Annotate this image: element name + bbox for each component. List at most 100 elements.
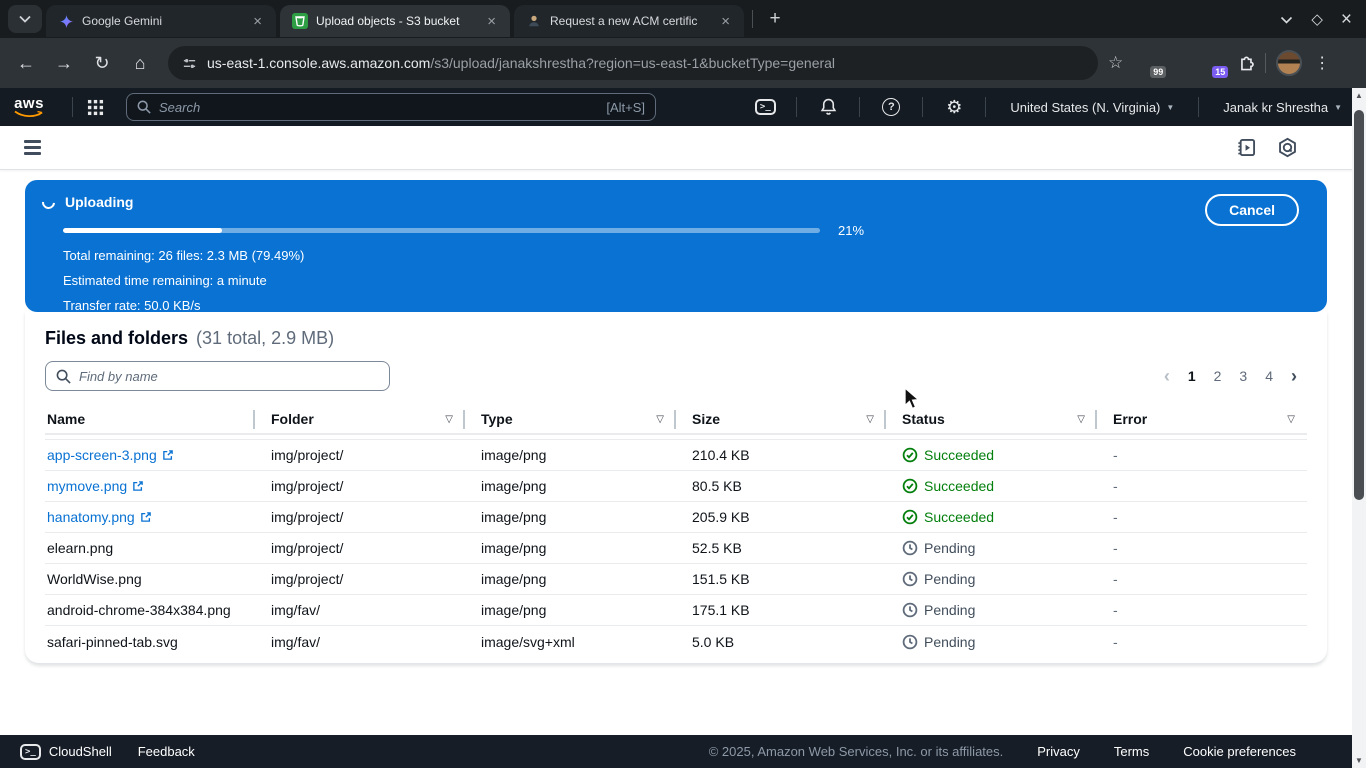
- forward-button[interactable]: →: [48, 47, 80, 79]
- browser-menu-icon[interactable]: ⋮: [1308, 53, 1336, 73]
- home-button[interactable]: ⌂: [124, 47, 156, 79]
- file-link[interactable]: app-screen-3.png: [47, 447, 174, 463]
- filter-icon[interactable]: ▽: [1077, 414, 1085, 425]
- files-table: Name Folder▽ Type▽ Size▽ Status▽ Error▽ …: [45, 405, 1307, 657]
- error-cell: -: [1097, 509, 1307, 525]
- settings-gear-icon[interactable]: ⚙: [937, 98, 971, 116]
- progress-bar-fill: [63, 228, 222, 233]
- tab-close-icon[interactable]: ×: [717, 12, 734, 31]
- file-link[interactable]: mymove.png: [47, 478, 144, 494]
- site-info-icon[interactable]: [182, 56, 197, 71]
- scroll-up-icon[interactable]: ▲: [1352, 91, 1366, 100]
- cloudshell-icon[interactable]: >_: [748, 99, 782, 115]
- file-name: WorldWise.png: [45, 571, 255, 587]
- extension-badge: 15: [1212, 66, 1228, 78]
- status-cell: Succeeded: [886, 447, 1097, 463]
- extension-adblock-icon[interactable]: 99: [1143, 54, 1162, 73]
- tab-search-button[interactable]: [8, 5, 42, 33]
- footer-feedback-link[interactable]: Feedback: [138, 744, 195, 759]
- files-count: (31 total, 2.9 MB): [196, 328, 334, 349]
- tab-acm-certificate[interactable]: Request a new ACM certific ×: [514, 5, 744, 37]
- cloudshell-panel-icon[interactable]: [1236, 137, 1257, 158]
- notifications-bell-icon[interactable]: [811, 98, 845, 116]
- back-button[interactable]: ←: [10, 47, 42, 79]
- table-row: hanatomy.png img/project/ image/png 205.…: [45, 502, 1307, 533]
- page-3[interactable]: 3: [1239, 368, 1247, 384]
- next-page-icon[interactable]: ›: [1291, 367, 1297, 385]
- tab-s3-upload[interactable]: Upload objects - S3 bucket ×: [280, 5, 510, 37]
- chevron-down-icon: ▼: [1334, 103, 1342, 112]
- column-header-error[interactable]: Error▽: [1097, 405, 1307, 433]
- page-scrollbar[interactable]: ▲ ▼: [1352, 88, 1366, 768]
- help-icon[interactable]: ?: [874, 98, 908, 116]
- footer-copyright: © 2025, Amazon Web Services, Inc. or its…: [709, 744, 1004, 759]
- scrollbar-thumb[interactable]: [1354, 110, 1364, 500]
- status-cell: Succeeded: [886, 478, 1097, 494]
- aws-search-box[interactable]: [Alt+S]: [126, 93, 656, 121]
- find-by-name-input[interactable]: [79, 369, 379, 384]
- table-row: app-screen-3.png img/project/ image/png …: [45, 440, 1307, 471]
- s3-favicon: [292, 13, 308, 29]
- footer-cloudshell-button[interactable]: >_ CloudShell: [20, 744, 112, 760]
- progress-bar: [63, 228, 820, 233]
- minimize-icon[interactable]: [1280, 12, 1293, 27]
- bookmark-star-icon[interactable]: ☆: [1108, 53, 1123, 73]
- column-header-name[interactable]: Name: [45, 405, 255, 433]
- extension-purple-icon[interactable]: 15: [1205, 54, 1224, 73]
- toolbar-divider: [1265, 53, 1266, 73]
- profile-avatar[interactable]: [1276, 50, 1302, 76]
- folder-cell: img/project/: [255, 478, 465, 494]
- account-menu[interactable]: Janak kr Shrestha▼: [1213, 100, 1352, 115]
- find-by-name-box[interactable]: [45, 361, 390, 391]
- page-1[interactable]: 1: [1188, 368, 1196, 384]
- extension-printer-icon[interactable]: [1174, 54, 1193, 73]
- footer-privacy-link[interactable]: Privacy: [1037, 744, 1080, 759]
- aws-smile-icon: [14, 110, 44, 118]
- type-cell: image/png: [465, 571, 676, 587]
- extension-badge: 99: [1150, 66, 1166, 78]
- page-2[interactable]: 2: [1214, 368, 1222, 384]
- acm-favicon: [526, 13, 542, 29]
- new-tab-button[interactable]: +: [761, 5, 789, 33]
- column-header-status[interactable]: Status▽: [886, 405, 1097, 433]
- cancel-button[interactable]: Cancel: [1205, 194, 1299, 226]
- aws-search-input[interactable]: [159, 100, 598, 115]
- address-bar[interactable]: us-east-1.console.aws.amazon.com/s3/uplo…: [168, 46, 1098, 80]
- side-menu-hamburger-icon[interactable]: [24, 140, 41, 155]
- reload-button[interactable]: ↻: [86, 47, 118, 79]
- cloudshell-icon: >_: [20, 744, 41, 760]
- external-link-icon: [132, 480, 144, 492]
- size-cell: 80.5 KB: [676, 478, 886, 494]
- aws-logo[interactable]: aws: [14, 97, 44, 118]
- filter-icon[interactable]: ▽: [866, 414, 874, 425]
- table-row: elearn.png img/project/ image/png 52.5 K…: [45, 533, 1307, 564]
- footer-terms-link[interactable]: Terms: [1114, 744, 1149, 759]
- type-cell: image/png: [465, 478, 676, 494]
- page-4[interactable]: 4: [1265, 368, 1273, 384]
- maximize-icon[interactable]: ◇: [1311, 12, 1323, 27]
- chevron-down-icon: ▼: [1166, 103, 1174, 112]
- filter-icon[interactable]: ▽: [445, 414, 453, 425]
- extensions-bar: 99 15: [1143, 54, 1255, 73]
- file-link[interactable]: hanatomy.png: [47, 509, 152, 525]
- tab-close-icon[interactable]: ×: [249, 12, 266, 31]
- table-header-row: Name Folder▽ Type▽ Size▽ Status▽ Error▽: [45, 405, 1307, 435]
- success-icon: [902, 447, 918, 463]
- column-header-folder[interactable]: Folder▽: [255, 405, 465, 433]
- footer-cookie-preferences-link[interactable]: Cookie preferences: [1183, 744, 1296, 759]
- success-icon: [902, 509, 918, 525]
- tab-google-gemini[interactable]: Google Gemini ×: [46, 5, 276, 37]
- close-window-icon[interactable]: ×: [1341, 10, 1352, 29]
- file-name: elearn.png: [45, 540, 255, 556]
- services-grid-icon[interactable]: [87, 99, 104, 116]
- amazon-q-icon[interactable]: [1277, 137, 1298, 158]
- extensions-puzzle-icon[interactable]: [1236, 54, 1255, 73]
- tab-close-icon[interactable]: ×: [483, 12, 500, 31]
- search-shortcut-hint: [Alt+S]: [606, 100, 645, 115]
- filter-icon[interactable]: ▽: [1287, 414, 1295, 425]
- region-selector[interactable]: United States (N. Virginia)▼: [1000, 100, 1184, 115]
- filter-icon[interactable]: ▽: [656, 414, 664, 425]
- scroll-down-icon[interactable]: ▼: [1352, 756, 1366, 765]
- column-header-size[interactable]: Size▽: [676, 405, 886, 433]
- column-header-type[interactable]: Type▽: [465, 405, 676, 433]
